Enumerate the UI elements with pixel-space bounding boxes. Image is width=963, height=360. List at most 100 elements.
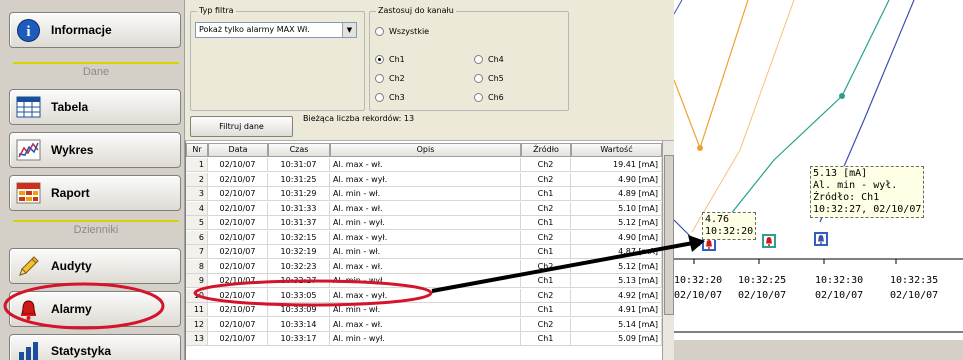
cell-opis: Al. min - wył.: [330, 274, 521, 288]
cell-wartosc: 5.12 [mA]: [571, 216, 662, 230]
cell-opis: Al. min - wył.: [330, 332, 521, 346]
table-row[interactable]: 5 02/10/07 10:31:37 Al. min - wył. Ch1 5.12 […: [186, 216, 662, 230]
table-icon: [16, 95, 41, 120]
channel-legend: Zastosuj do kanału: [376, 6, 456, 15]
radio-label: Ch5: [488, 74, 504, 83]
cell-nr: 8: [186, 259, 208, 274]
cell-opis: Al. max - wył.: [330, 230, 521, 245]
sidebar-item-label: Alarmy: [51, 302, 92, 316]
cell-data: 02/10/07: [208, 216, 268, 230]
filter-type-value: Pokaż tylko alarmy MAX Wł.: [199, 25, 310, 34]
radio-label: Ch4: [488, 55, 504, 64]
radio-ch2[interactable]: Ch2: [375, 74, 405, 83]
table-row[interactable]: 7 02/10/07 10:32:19 Al. min - wł. Ch1 4.87 [m…: [186, 245, 662, 259]
alarm-bell-icon[interactable]: [814, 232, 828, 246]
sidebar-item-audyty[interactable]: Audyty: [9, 248, 181, 284]
column-header-wartosc[interactable]: Wartość: [571, 143, 662, 157]
table-row[interactable]: 11 02/10/07 10:33:09 Al. min - wł. Ch1 4.91 […: [186, 303, 662, 317]
cell-wartosc: 4.92 [mA]: [571, 288, 662, 303]
cell-wartosc: 4.87 [mA]: [571, 245, 662, 259]
cell-zrodlo: Ch2: [521, 259, 571, 274]
radio-label: Ch1: [389, 55, 405, 64]
cell-opis: Al. max - wł.: [330, 259, 521, 274]
cell-opis: Al. min - wył.: [330, 216, 521, 230]
table-row[interactable]: 9 02/10/07 10:32:27 Al. min - wył. Ch1 5.13 […: [186, 274, 662, 288]
tooltip-line: 10:32:27, 02/10/07: [813, 204, 922, 215]
cell-data: 02/10/07: [208, 332, 268, 346]
radio-ch5[interactable]: Ch5: [474, 74, 504, 83]
sidebar-item-alarmy[interactable]: Alarmy: [9, 291, 181, 327]
sidebar-item-label: Informacje: [51, 23, 112, 37]
filter-data-button[interactable]: Filtruj dane: [190, 116, 293, 137]
radio-ch4[interactable]: Ch4: [474, 55, 504, 64]
tooltip-line: 5.13 [mA]: [813, 168, 868, 179]
table-row[interactable]: 13 02/10/07 10:33:17 Al. min - wył. Ch1 5.09 …: [186, 332, 662, 346]
radio-indicator: [375, 93, 384, 102]
cell-opis: Al. max - wł.: [330, 158, 521, 172]
sidebar-item-wykres[interactable]: Wykres: [9, 132, 181, 168]
statistics-icon: [16, 339, 41, 360]
filter-type-select[interactable]: Pokaż tylko alarmy MAX Wł. ▼: [195, 22, 357, 38]
chevron-down-icon[interactable]: ▼: [342, 23, 356, 37]
filter-type-group: Typ filtra Pokaż tylko alarmy MAX Wł. ▼: [190, 6, 365, 111]
alarm-bell-icon: [16, 297, 41, 322]
table-row[interactable]: 12 02/10/07 10:33:14 Al. max - wł. Ch2 5.14 […: [186, 317, 662, 332]
sidebar-item-statystyka[interactable]: Statystyka: [9, 334, 181, 360]
scrollbar-thumb[interactable]: [664, 155, 674, 315]
radio-ch6[interactable]: Ch6: [474, 93, 504, 102]
column-header-nr[interactable]: Nr: [186, 143, 208, 157]
x-tick-label: 02/10/07: [890, 290, 939, 301]
cell-opis: Al. min - wł.: [330, 303, 521, 317]
chart-area: 4.76 10:32:20 5.13 [mA] Al. min - wył. Ź…: [674, 0, 963, 360]
radio-label: Wszystkie: [389, 27, 430, 36]
sidebar-item-raport[interactable]: Raport: [9, 175, 181, 211]
report-icon: [16, 181, 41, 206]
radio-ch1[interactable]: Ch1: [375, 55, 405, 64]
table-row[interactable]: 8 02/10/07 10:32:23 Al. max - wł. Ch2 5.12 [m…: [186, 259, 662, 274]
cell-zrodlo: Ch1: [521, 245, 571, 259]
cell-data: 02/10/07: [208, 259, 268, 274]
sidebar-item-tabela[interactable]: Tabela: [9, 89, 181, 125]
radio-indicator: [375, 55, 384, 64]
cell-data: 02/10/07: [208, 274, 268, 288]
cell-wartosc: 5.14 [mA]: [571, 317, 662, 332]
cell-czas: 10:31:33: [268, 201, 330, 216]
radio-label: Ch2: [389, 74, 405, 83]
cell-zrodlo: Ch2: [521, 288, 571, 303]
filter-panel: Typ filtra Pokaż tylko alarmy MAX Wł. ▼ …: [185, 0, 674, 141]
sidebar: i Informacje Dane Tabela Wykres Raport D…: [0, 0, 185, 360]
series-point: [839, 93, 845, 99]
cell-wartosc: 4.89 [mA]: [571, 187, 662, 201]
table-row[interactable]: 6 02/10/07 10:32:15 Al. max - wył. Ch2 4.90 […: [186, 230, 662, 245]
column-header-data[interactable]: Data: [208, 143, 268, 157]
table-row[interactable]: 1 02/10/07 10:31:07 Al. max - wł. Ch2 19.41 […: [186, 158, 662, 172]
column-header-opis[interactable]: Opis: [330, 143, 521, 157]
sidebar-item-informacje[interactable]: i Informacje: [9, 12, 181, 48]
cell-opis: Al. max - wł.: [330, 201, 521, 216]
cell-wartosc: 5.12 [mA]: [571, 259, 662, 274]
column-header-zrodlo[interactable]: Źródło: [521, 143, 571, 157]
table-row[interactable]: 2 02/10/07 10:31:25 Al. max - wył. Ch2 4.90 […: [186, 172, 662, 187]
radio-all[interactable]: Wszystkie: [375, 27, 429, 36]
cell-nr: 13: [186, 332, 208, 346]
cell-nr: 5: [186, 216, 208, 230]
channel-group: Zastosuj do kanału Wszystkie Ch1 Ch2 Ch3…: [369, 6, 569, 111]
series-line-orange: [674, 0, 749, 150]
tooltip-line: Al. min - wył.: [813, 180, 898, 191]
column-header-czas[interactable]: Czas: [268, 143, 330, 157]
radio-indicator: [474, 55, 483, 64]
chart-icon: [16, 138, 41, 163]
cell-czas: 10:31:29: [268, 187, 330, 201]
cell-data: 02/10/07: [208, 158, 268, 172]
tooltip-line: 10:32:20: [705, 226, 754, 237]
table-row[interactable]: 10 02/10/07 10:33:05 Al. max - wył. Ch2 4.92 …: [186, 288, 662, 303]
cell-zrodlo: Ch1: [521, 216, 571, 230]
table-row[interactable]: 4 02/10/07 10:31:33 Al. max - wł. Ch2 5.10 [m…: [186, 201, 662, 216]
section-header-dane: Dane: [13, 62, 179, 78]
cell-czas: 10:31:25: [268, 172, 330, 187]
alarm-bell-icon[interactable]: [762, 234, 776, 248]
cell-czas: 10:32:19: [268, 245, 330, 259]
cell-czas: 10:31:07: [268, 158, 330, 172]
radio-ch3[interactable]: Ch3: [375, 93, 405, 102]
table-row[interactable]: 3 02/10/07 10:31:29 Al. min - wł. Ch1 4.89 [m…: [186, 187, 662, 201]
